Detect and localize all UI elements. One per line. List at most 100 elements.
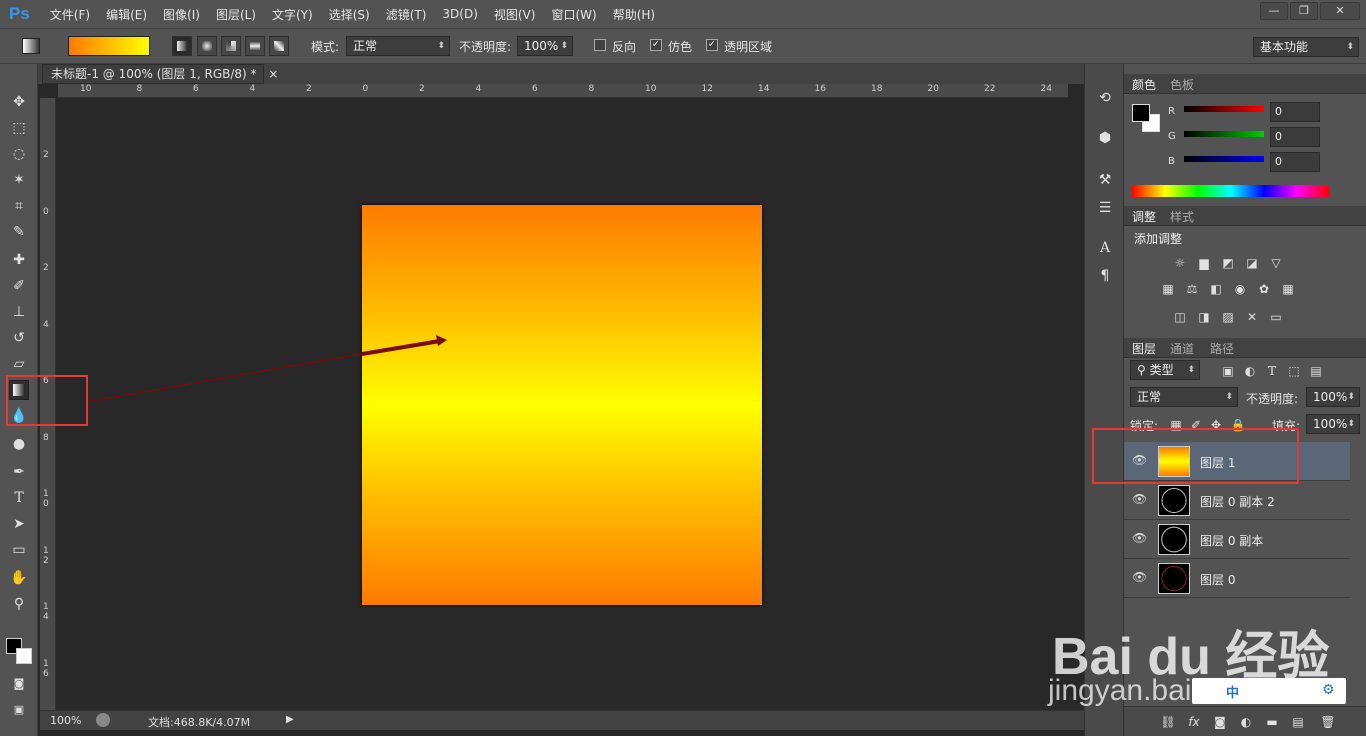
channel-mixer-icon[interactable]: ✿: [1256, 282, 1272, 296]
reverse-checkbox[interactable]: [594, 39, 606, 51]
menu-view[interactable]: 视图(V): [494, 6, 536, 23]
tab-paths[interactable]: 路径: [1210, 340, 1234, 357]
hue-saturation-icon[interactable]: ▦: [1160, 282, 1176, 296]
history-panel-icon[interactable]: ⟲: [1095, 88, 1115, 108]
new-group-icon[interactable]: ▬: [1264, 715, 1280, 729]
fill-input[interactable]: 100%: [1306, 414, 1360, 434]
menu-image[interactable]: 图像(I): [163, 6, 200, 23]
channel-g-slider[interactable]: [1184, 131, 1264, 137]
levels-icon[interactable]: ▆: [1196, 256, 1212, 270]
ime-mode-chinese[interactable]: 中: [1226, 682, 1239, 701]
tab-adjustments[interactable]: 调整: [1132, 208, 1156, 225]
menu-select[interactable]: 选择(S): [329, 6, 370, 23]
rectangle-tool-icon[interactable]: ▭: [9, 540, 29, 560]
layer-filter-select[interactable]: ⚲ 类型: [1130, 360, 1200, 380]
transparency-checkbox[interactable]: ✓: [706, 39, 718, 51]
menu-filter[interactable]: 滤镜(T): [386, 6, 427, 23]
status-arrow-icon[interactable]: ▶: [286, 714, 294, 725]
channel-r-slider[interactable]: [1184, 106, 1264, 112]
menu-layer[interactable]: 图层(L): [216, 6, 256, 23]
fg-color-chip[interactable]: [1132, 104, 1150, 122]
document-canvas[interactable]: [362, 205, 762, 605]
close-tab-icon[interactable]: ×: [268, 67, 278, 81]
document-tab[interactable]: 未标题-1 @ 100% (图层 1, RGB/8) * ×: [42, 64, 278, 84]
status-menu-icon[interactable]: [96, 713, 110, 727]
restore-button[interactable]: ❐: [1290, 2, 1318, 20]
photo-filter-icon[interactable]: ◉: [1232, 282, 1248, 296]
zoom-level[interactable]: 100%: [50, 714, 81, 727]
layer-row[interactable]: 👁 图层 0 副本: [1124, 520, 1350, 559]
brush-presets-icon[interactable]: ☰: [1095, 198, 1115, 218]
tool-presets-icon[interactable]: ⚒: [1095, 170, 1115, 190]
eyedropper-tool-icon[interactable]: ✎: [9, 222, 29, 242]
brush-tool-icon[interactable]: ✐: [9, 276, 29, 296]
diamond-gradient-button[interactable]: [269, 36, 289, 56]
fx-icon[interactable]: fx: [1186, 715, 1202, 729]
dodge-tool-icon[interactable]: ●: [9, 434, 29, 454]
new-adjustment-icon[interactable]: ◐: [1238, 715, 1254, 729]
channel-b-value[interactable]: 0: [1270, 152, 1320, 172]
link-layers-icon[interactable]: ⛓: [1160, 715, 1176, 729]
marquee-tool-icon[interactable]: ⬚: [9, 118, 29, 138]
healing-brush-tool-icon[interactable]: ✚: [9, 250, 29, 270]
move-tool-icon[interactable]: ✥: [9, 92, 29, 112]
exposure-icon[interactable]: ◪: [1244, 256, 1260, 270]
pen-tool-icon[interactable]: ✒: [9, 462, 29, 482]
ime-settings-icon[interactable]: ⚙: [1322, 682, 1335, 698]
filter-adjust-icon[interactable]: ◐: [1242, 364, 1258, 378]
layer-row[interactable]: 👁 图层 0: [1124, 559, 1350, 598]
selective-color-icon[interactable]: ✕: [1244, 310, 1260, 324]
tab-color[interactable]: 颜色: [1132, 76, 1156, 93]
blend-mode-select[interactable]: 正常: [1130, 387, 1238, 407]
dither-checkbox[interactable]: ✓: [650, 39, 662, 51]
crop-tool-icon[interactable]: ⌗: [9, 196, 29, 216]
mode-select[interactable]: 正常: [346, 36, 450, 56]
tab-swatches[interactable]: 色板: [1170, 76, 1194, 93]
channel-r-value[interactable]: 0: [1270, 102, 1320, 122]
eraser-tool-icon[interactable]: ▱: [9, 354, 29, 374]
black-white-icon[interactable]: ◧: [1208, 282, 1224, 296]
menu-3d[interactable]: 3D(D): [442, 7, 477, 21]
tab-layers[interactable]: 图层: [1132, 340, 1156, 357]
new-layer-icon[interactable]: ▤: [1290, 715, 1306, 729]
color-spectrum[interactable]: [1132, 185, 1330, 197]
opacity-input[interactable]: 100%: [517, 36, 573, 56]
quick-mask-icon[interactable]: ◙: [9, 674, 29, 694]
3d-panel-icon[interactable]: ⬢: [1095, 128, 1115, 148]
history-brush-tool-icon[interactable]: ↺: [9, 328, 29, 348]
background-color-swatch[interactable]: [16, 648, 32, 664]
menu-window[interactable]: 窗口(W): [551, 6, 596, 23]
gradient-tool-preset-icon[interactable]: [22, 38, 40, 54]
delete-layer-icon[interactable]: 🗑: [1320, 715, 1336, 729]
brightness-icon[interactable]: ☼: [1172, 256, 1188, 270]
screen-mode-icon[interactable]: ▣: [9, 700, 29, 720]
eye-icon[interactable]: 👁: [1132, 492, 1147, 506]
angle-gradient-button[interactable]: [221, 36, 241, 56]
layer-row[interactable]: 👁 图层 0 副本 2: [1124, 481, 1350, 520]
zoom-tool-icon[interactable]: ⚲: [9, 594, 29, 614]
gradient-picker[interactable]: [68, 36, 150, 56]
menu-file[interactable]: 文件(F): [50, 6, 90, 23]
minimize-button[interactable]: —: [1260, 2, 1288, 20]
linear-gradient-button[interactable]: [172, 36, 192, 56]
menu-help[interactable]: 帮助(H): [613, 6, 655, 23]
type-tool-icon[interactable]: T: [9, 488, 29, 508]
vibrance-icon[interactable]: ▽: [1268, 256, 1284, 270]
posterize-icon[interactable]: ◨: [1196, 310, 1212, 324]
threshold-icon[interactable]: ▨: [1220, 310, 1236, 324]
layer-mask-icon[interactable]: ◙: [1212, 715, 1228, 729]
curves-icon[interactable]: ◩: [1220, 256, 1236, 270]
hand-tool-icon[interactable]: ✋: [9, 568, 29, 588]
close-button[interactable]: ✕: [1320, 2, 1360, 20]
filter-type-icon[interactable]: T: [1264, 364, 1280, 378]
filter-shape-icon[interactable]: ⬚: [1286, 364, 1302, 378]
menu-type[interactable]: 文字(Y): [272, 6, 313, 23]
channel-b-slider[interactable]: [1184, 156, 1264, 162]
path-selection-tool-icon[interactable]: ➤: [9, 514, 29, 534]
magic-wand-tool-icon[interactable]: ✶: [9, 170, 29, 190]
color-balance-icon[interactable]: ⚖: [1184, 282, 1200, 296]
layer-opacity-input[interactable]: 100%: [1306, 387, 1360, 407]
character-panel-icon[interactable]: A: [1095, 238, 1115, 258]
ime-toolbar[interactable]: 中 ⚙: [1192, 678, 1346, 704]
menu-edit[interactable]: 编辑(E): [106, 6, 147, 23]
